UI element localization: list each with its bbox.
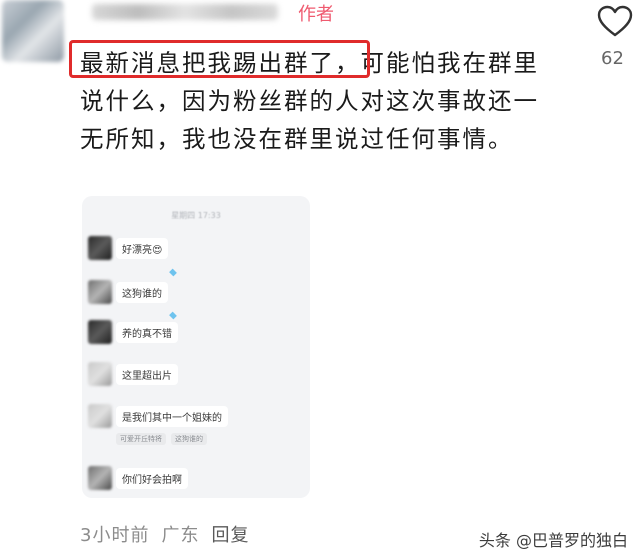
chat-message-row: 养的真不错 — [88, 320, 298, 350]
chat-avatar — [88, 320, 112, 344]
chat-bubble: 好漂亮😍 — [116, 238, 169, 259]
chat-sub-bubble: 可爱开丘特将 — [116, 433, 166, 445]
chat-message-row: 你们好会拍啊 — [88, 466, 298, 496]
chat-avatar — [88, 280, 112, 304]
username-blurred[interactable] — [92, 4, 278, 20]
chat-sub-bubble: 这狗谁的 — [171, 433, 207, 445]
chat-avatar — [88, 404, 112, 428]
user-avatar[interactable] — [2, 0, 64, 62]
heart-outline-icon[interactable] — [596, 4, 634, 38]
chat-avatar — [88, 236, 112, 260]
watermark: 头条 @巴普罗的独白 — [478, 531, 628, 550]
chat-bubble: 这里超出片 — [116, 364, 178, 385]
chat-message-row: 好漂亮😍 — [88, 236, 298, 266]
chat-avatar — [88, 362, 112, 386]
chat-bubble: 是我们其中一个姐妹的 — [116, 406, 228, 427]
author-badge: 作者 — [298, 4, 334, 25]
chat-message-row: 是我们其中一个姐妹的 — [88, 404, 298, 434]
comment-meta: 3小时前 广东 回复 — [80, 521, 261, 547]
chat-timestamp: 星期四 17:33 — [171, 211, 221, 220]
comment-time: 3小时前 — [80, 525, 150, 546]
comment-location: 广东 — [161, 525, 200, 546]
chat-message-row: 这狗谁的 — [88, 280, 298, 310]
chat-bubble: 你们好会拍啊 — [116, 468, 188, 489]
chat-sub-bubbles: 可爱开丘特将 这狗谁的 — [116, 433, 212, 445]
chat-message-row: 这里超出片 — [88, 362, 298, 392]
reply-button[interactable]: 回复 — [211, 525, 249, 546]
like-count: 62 — [601, 48, 624, 69]
chat-bubble: 这狗谁的 — [116, 282, 168, 303]
red-highlight-box — [69, 40, 370, 78]
chat-avatar — [88, 466, 112, 490]
chat-bubble: 养的真不错 — [116, 322, 178, 343]
